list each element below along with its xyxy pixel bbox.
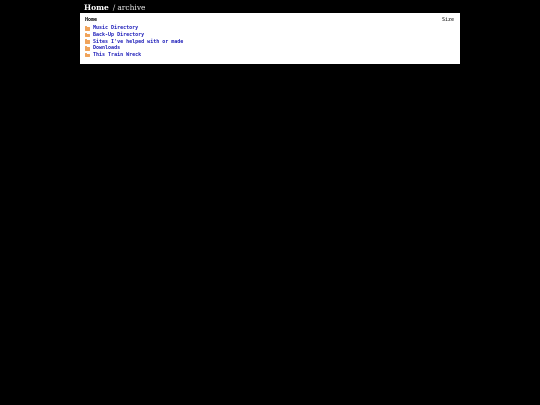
size-column-header[interactable]: Size <box>442 17 454 23</box>
breadcrumb-separator: / <box>112 3 116 12</box>
directory-link-train-wreck[interactable]: This Train Wreck <box>93 52 141 58</box>
directory-link-sites[interactable]: Sites I've helped with or made <box>93 39 183 45</box>
breadcrumb: Home / archive <box>84 3 146 12</box>
folder-icon <box>85 26 90 31</box>
folder-icon <box>85 32 90 38</box>
list-item: Music Directory <box>85 25 183 32</box>
directory-link-downloads[interactable]: Downloads <box>93 45 120 51</box>
directory-list: Music Directory Back-Up Directory Sites … <box>85 25 183 58</box>
list-item: Downloads <box>85 45 183 52</box>
directory-link-backup[interactable]: Back-Up Directory <box>93 32 144 38</box>
folder-icon <box>85 39 90 44</box>
list-item: Back-Up Directory <box>85 32 183 39</box>
folder-icon <box>85 46 90 51</box>
folder-icon <box>85 52 90 58</box>
breadcrumb-current: archive <box>117 3 146 12</box>
list-item: Sites I've helped with or made <box>85 38 183 45</box>
directory-link-music[interactable]: Music Directory <box>93 25 138 31</box>
name-column-header[interactable]: Home <box>85 17 97 23</box>
listing-header: Home Size <box>85 17 454 25</box>
breadcrumb-home-link[interactable]: Home <box>84 3 109 12</box>
list-item: This Train Wreck <box>85 52 183 59</box>
directory-listing-panel: Home Size Music Directory Back-Up Direct… <box>80 13 460 64</box>
page: Home / archive Home Size Music Directory B… <box>0 0 540 405</box>
